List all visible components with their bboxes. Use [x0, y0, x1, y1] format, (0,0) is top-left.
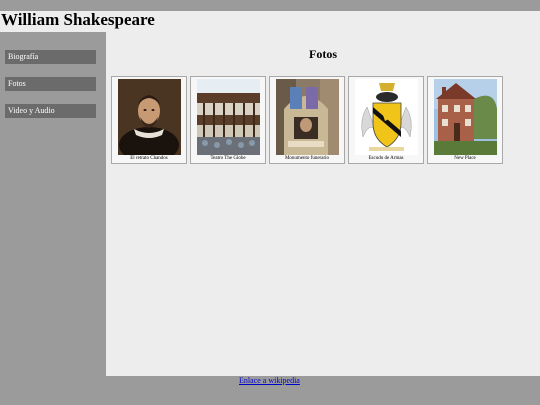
photo-caption: Monumento funerario [284, 156, 330, 161]
header: William Shakespeare [0, 10, 540, 32]
photo-caption: New Place [454, 156, 476, 161]
wikipedia-link[interactable]: Enlace a wikipedia [239, 376, 300, 385]
photo-card-globe[interactable]: Teatro The Globe [190, 76, 266, 164]
photo-card-new-place[interactable]: New Place [427, 76, 503, 164]
photo-card-chandos[interactable]: El retrato Chandos [111, 76, 187, 164]
nav-item-fotos[interactable]: Fotos [5, 77, 96, 91]
footer: Enlace a wikipedia [0, 376, 540, 405]
site-title: William Shakespeare [1, 10, 155, 29]
main-content: Fotos El retrato Chandos Teatro The Glob… [106, 32, 540, 376]
photo-caption: Escudo de Armas [368, 156, 404, 161]
photo-card-coat-of-arms[interactable]: Escudo de Armas [348, 76, 424, 164]
funeral-monument-image[interactable] [276, 79, 339, 155]
nav-item-biografia[interactable]: Biografía [5, 50, 96, 64]
new-place-image[interactable] [434, 79, 497, 155]
photo-caption: Teatro The Globe [210, 156, 246, 161]
sidebar: Biografía Fotos Video y Audio [0, 32, 106, 376]
coat-of-arms-image[interactable] [355, 79, 418, 155]
nav-item-video-audio[interactable]: Video y Audio [5, 104, 96, 118]
chandos-portrait-image[interactable] [118, 79, 181, 155]
photo-caption: El retrato Chandos [130, 156, 168, 161]
globe-theatre-image[interactable] [197, 79, 260, 155]
section-title: Fotos [309, 47, 337, 61]
photo-card-monument[interactable]: Monumento funerario [269, 76, 345, 164]
